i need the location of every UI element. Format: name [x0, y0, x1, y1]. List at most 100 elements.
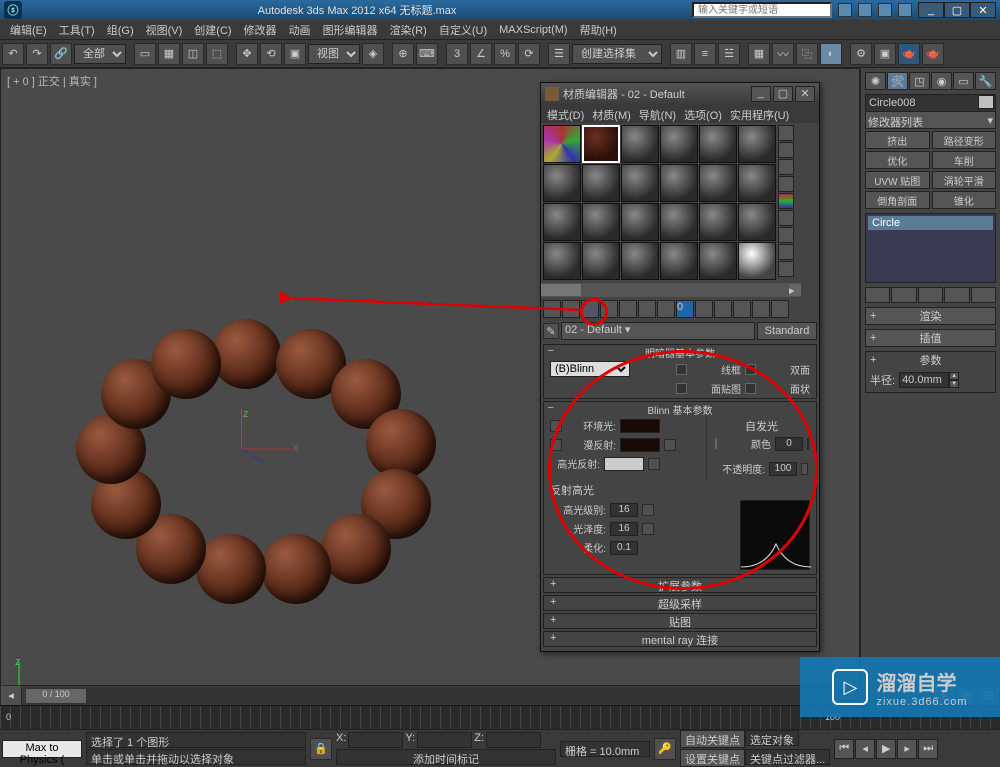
snap-button[interactable]: 3: [446, 43, 468, 65]
undo-button[interactable]: ↶: [2, 43, 24, 65]
coord-z[interactable]: [486, 732, 541, 748]
transform-gizmo[interactable]: x z: [241, 409, 301, 469]
get-material-icon[interactable]: [543, 300, 561, 318]
tab-modify[interactable]: 🛠: [887, 72, 908, 90]
rollout-params[interactable]: 参数: [866, 352, 995, 368]
material-slot-18[interactable]: [738, 203, 776, 241]
mat-menu-nav[interactable]: 导航(N): [635, 105, 680, 123]
shader-params-header[interactable]: 明暗器基本参数: [544, 345, 816, 359]
material-slot-6[interactable]: [738, 125, 776, 163]
material-slot-15[interactable]: [621, 203, 659, 241]
mat-map-nav-icon[interactable]: [778, 261, 794, 277]
mat-menu-util[interactable]: 实用程序(U): [726, 105, 793, 123]
spec-level-input[interactable]: [610, 503, 638, 517]
render-setup-button[interactable]: ⚙: [850, 43, 872, 65]
make-preview-icon[interactable]: [778, 210, 794, 226]
redo-button[interactable]: ↷: [26, 43, 48, 65]
go-forward-icon[interactable]: [752, 300, 770, 318]
slot-h-scrollbar[interactable]: ◂▸: [541, 283, 801, 297]
material-slot-19[interactable]: [543, 242, 581, 280]
make-copy-icon[interactable]: [619, 300, 637, 318]
scroll-right-icon[interactable]: ▸: [789, 284, 801, 296]
soften-input[interactable]: [610, 541, 638, 555]
material-type-button[interactable]: Standard: [757, 322, 817, 340]
material-slot-14[interactable]: [582, 203, 620, 241]
render-button[interactable]: 🫖: [898, 43, 920, 65]
comm-icon[interactable]: [858, 3, 872, 17]
rollout-maps[interactable]: 贴图: [543, 613, 817, 629]
material-slot-13[interactable]: [543, 203, 581, 241]
help-search-input[interactable]: [692, 2, 832, 18]
btn-bevelprofile[interactable]: 倒角剖面: [865, 191, 930, 209]
make-unique-icon[interactable]: [638, 300, 656, 318]
next-frame-icon[interactable]: ▸: [897, 739, 917, 759]
viewport-label[interactable]: [ + 0 ] 正交 | 真实 ]: [7, 73, 97, 89]
menu-custom[interactable]: 自定义(U): [433, 20, 493, 40]
selfillum-map-button[interactable]: [807, 438, 809, 450]
selection-filter[interactable]: 全部: [74, 44, 126, 64]
keyboard-shortcut-button[interactable]: ⌨: [416, 43, 438, 65]
backlight-icon[interactable]: [778, 142, 794, 158]
reset-map-icon[interactable]: ✕: [600, 300, 618, 318]
material-slot-23[interactable]: [699, 242, 737, 280]
tab-motion[interactable]: ◉: [931, 72, 952, 90]
sample-type-icon[interactable]: [778, 125, 794, 141]
btn-optimize[interactable]: 优化: [865, 151, 930, 169]
video-color-icon[interactable]: [778, 193, 794, 209]
specular-map-button[interactable]: [648, 458, 660, 470]
curve-editor-button[interactable]: 〰: [772, 43, 794, 65]
material-slot-1[interactable]: [543, 125, 581, 163]
graphite-button[interactable]: ▦: [748, 43, 770, 65]
facemap-checkbox[interactable]: [676, 383, 687, 394]
tab-utilities[interactable]: 🔧: [975, 72, 996, 90]
tab-display[interactable]: ▭: [953, 72, 974, 90]
percent-snap-button[interactable]: %: [494, 43, 516, 65]
stack-remove-icon[interactable]: [944, 287, 969, 303]
gloss-input[interactable]: [610, 522, 638, 536]
material-slot-4[interactable]: [660, 125, 698, 163]
menu-graph[interactable]: 图形编辑器: [317, 20, 384, 40]
selfillum-color-checkbox[interactable]: [715, 438, 717, 449]
search-icon[interactable]: [838, 3, 852, 17]
setkey-button[interactable]: 设置关键点: [680, 749, 745, 767]
select-region-button[interactable]: ◫: [182, 43, 204, 65]
menu-group[interactable]: 组(G): [101, 20, 140, 40]
material-slot-12[interactable]: [738, 164, 776, 202]
scroll-thumb[interactable]: [541, 284, 581, 296]
material-slot-21[interactable]: [621, 242, 659, 280]
material-slot-5[interactable]: [699, 125, 737, 163]
goto-start-icon[interactable]: ⏮: [834, 739, 854, 759]
material-editor-titlebar[interactable]: 材质编辑器 - 02 - Default _ ▢ ✕: [541, 83, 819, 105]
background-icon[interactable]: [778, 159, 794, 175]
named-selset[interactable]: 创建选择集: [572, 44, 662, 64]
material-slot-9[interactable]: [621, 164, 659, 202]
show-end-icon[interactable]: [714, 300, 732, 318]
ref-coord-select[interactable]: 视图: [308, 44, 360, 64]
move-button[interactable]: ✥: [236, 43, 258, 65]
material-slot-2[interactable]: [582, 125, 620, 163]
tab-hierarchy[interactable]: ◳: [909, 72, 930, 90]
material-slot-17[interactable]: [699, 203, 737, 241]
named-sel-button[interactable]: ☰: [548, 43, 570, 65]
add-time-marker[interactable]: 添加时间标记: [336, 749, 556, 765]
material-slot-3[interactable]: [621, 125, 659, 163]
btn-taper[interactable]: 锥化: [932, 191, 997, 209]
menu-render[interactable]: 渲染(R): [384, 20, 433, 40]
radius-up[interactable]: ▲: [949, 372, 959, 380]
material-slot-7[interactable]: [543, 164, 581, 202]
diffuse-swatch[interactable]: [620, 438, 660, 452]
pivot-button[interactable]: ◈: [362, 43, 384, 65]
pick-from-obj-icon[interactable]: [771, 300, 789, 318]
lock-selection-icon[interactable]: 🔒: [310, 738, 332, 760]
rollout-mentalray[interactable]: mental ray 连接: [543, 631, 817, 647]
time-slider[interactable]: 0 / 100: [26, 688, 930, 704]
maximize-button[interactable]: ▢: [944, 2, 970, 18]
mat-close-button[interactable]: ✕: [795, 86, 815, 102]
render-prod-button[interactable]: 🫖: [922, 43, 944, 65]
window-crossing-button[interactable]: ⬚: [206, 43, 228, 65]
specular-swatch[interactable]: [604, 457, 644, 471]
coord-y[interactable]: [417, 732, 472, 748]
modifier-list-dropdown[interactable]: 修改器列表▾: [865, 111, 996, 129]
mat-menu-material[interactable]: 材质(M): [588, 105, 635, 123]
diffuse-lock-icon[interactable]: [550, 439, 562, 451]
